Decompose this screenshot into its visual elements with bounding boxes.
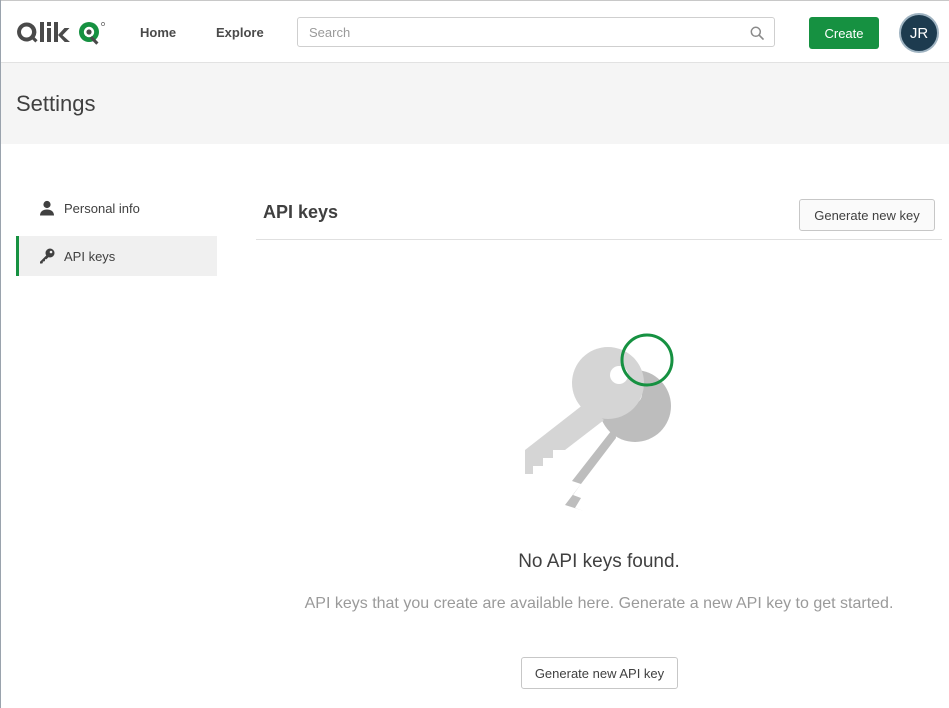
sidebar-item-personal-info[interactable]: Personal info [16, 188, 217, 228]
top-header: Home Explore Create JR [1, 1, 949, 63]
generate-new-api-key-button[interactable]: Generate new API key [521, 657, 678, 689]
search-icon[interactable] [750, 26, 764, 40]
key-icon [39, 248, 55, 264]
nav-explore-link[interactable]: Explore [216, 25, 264, 40]
sidebar-item-label: Personal info [64, 201, 140, 216]
window-left-edge [0, 0, 1, 708]
sidebar-item-label: API keys [64, 249, 116, 264]
page-title: Settings [16, 91, 96, 116]
search-box [297, 17, 775, 47]
sidebar-item-api-keys[interactable]: API keys [16, 236, 217, 276]
generate-new-key-button[interactable]: Generate new key [799, 199, 935, 231]
page-title-band: Settings [1, 63, 949, 144]
empty-state-title: No API keys found. [518, 551, 680, 572]
section-divider [256, 239, 942, 240]
qlik-logo[interactable] [16, 20, 108, 48]
create-button[interactable]: Create [809, 17, 879, 49]
empty-state-description: API keys that you create are available h… [304, 595, 894, 612]
keys-illustration [520, 328, 680, 518]
app-root: Home Explore Create JR Settings Personal… [0, 0, 949, 708]
search-input[interactable] [298, 18, 749, 46]
nav-home-link[interactable]: Home [140, 25, 176, 40]
section-title: API keys [263, 202, 339, 222]
person-icon [39, 200, 55, 216]
user-avatar[interactable]: JR [899, 13, 939, 53]
